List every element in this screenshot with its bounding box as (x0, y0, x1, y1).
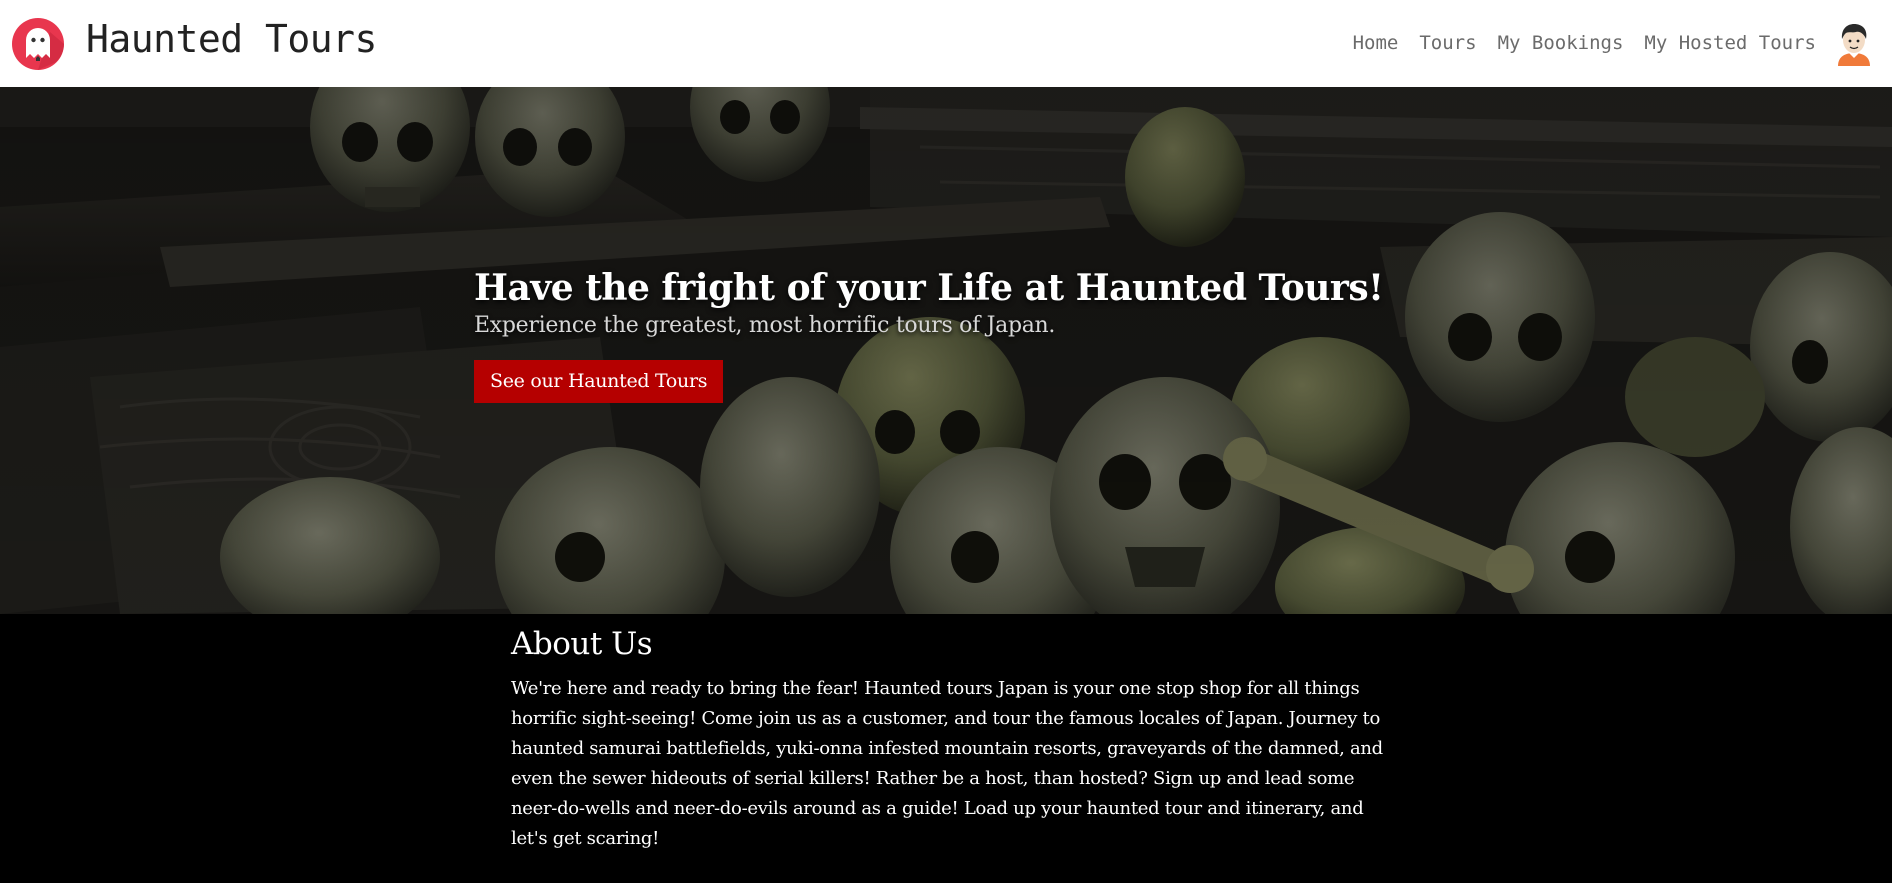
ghost-logo-icon (12, 17, 64, 70)
brand-home-link[interactable]: Haunted Tours (12, 16, 377, 70)
nav-tours-link[interactable]: Tours (1419, 32, 1476, 54)
hero-title: Have the fright of your Life at Haunted … (474, 267, 1384, 309)
see-haunted-tours-button[interactable]: See our Haunted Tours (474, 360, 724, 403)
nav-my-hosted-tours-link[interactable]: My Hosted Tours (1644, 32, 1816, 54)
nav-home-link[interactable]: Home (1353, 32, 1399, 54)
hero-banner: Have the fright of your Life at Haunted … (0, 87, 1892, 614)
hero-subtitle: Experience the greatest, most horrific t… (474, 313, 1056, 338)
hero-content: Have the fright of your Life at Haunted … (474, 267, 1474, 403)
user-avatar-icon[interactable] (1834, 22, 1874, 66)
about-heading: About Us (511, 626, 653, 662)
about-body-text: We're here and ready to bring the fear! … (511, 678, 1383, 849)
main-nav: Home Tours My Bookings My Hosted Tours (1332, 0, 1874, 87)
top-navbar: Haunted Tours Home Tours My Bookings My … (0, 0, 1892, 87)
nav-my-bookings-link[interactable]: My Bookings (1498, 32, 1624, 54)
about-section: About Us We're here and ready to bring t… (511, 626, 1391, 854)
site-title: Haunted Tours (86, 16, 377, 61)
